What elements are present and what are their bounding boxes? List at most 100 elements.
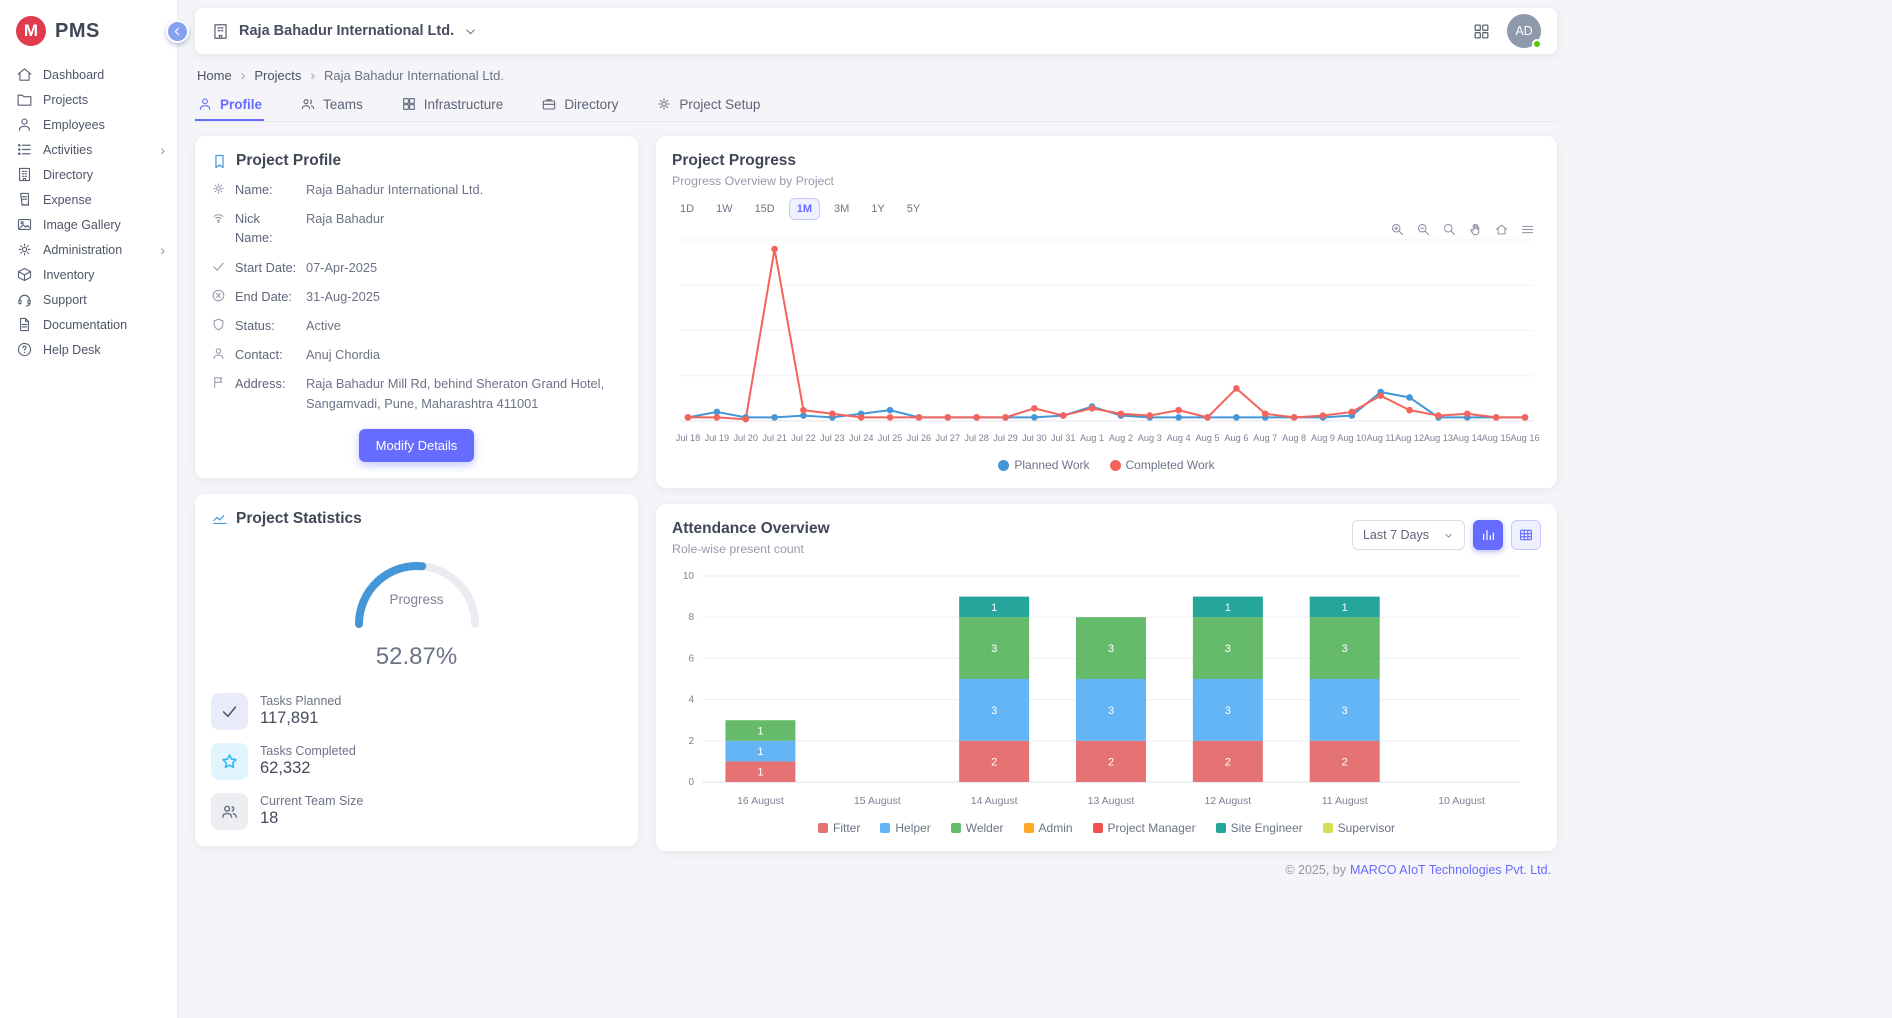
table-icon <box>1518 527 1534 543</box>
modify-details-button[interactable]: Modify Details <box>359 429 475 462</box>
sidebar-item-support[interactable]: Support <box>0 287 177 312</box>
legend-marker <box>1110 460 1121 471</box>
range-15d[interactable]: 15D <box>747 198 783 220</box>
app-logo[interactable]: M PMS <box>0 12 177 62</box>
svg-text:Aug 11: Aug 11 <box>1366 433 1394 443</box>
apps-grid-button[interactable] <box>1472 22 1491 41</box>
company-selector[interactable] <box>463 24 478 39</box>
legend-label: Welder <box>966 821 1004 835</box>
copyright-text: © 2025, by <box>1285 863 1346 877</box>
progress-percentage: 52.87% <box>211 643 622 671</box>
tab-infrastructure[interactable]: Infrastructure <box>399 85 506 121</box>
sidebar-item-help-desk[interactable]: Help Desk <box>0 337 177 362</box>
menu-icon[interactable] <box>1520 222 1535 237</box>
legend-label: Fitter <box>833 821 860 835</box>
sidebar-item-dashboard[interactable]: Dashboard <box>0 62 177 87</box>
pan-icon[interactable] <box>1468 222 1483 237</box>
sidebar-item-activities[interactable]: Activities › <box>0 137 177 162</box>
attendance-bar-chart[interactable]: 024681011116 August15 August233114 Augus… <box>672 562 1532 812</box>
sidebar-item-projects[interactable]: Projects <box>0 87 177 112</box>
svg-text:Jul 27: Jul 27 <box>935 433 960 443</box>
table-view-button[interactable] <box>1511 520 1541 550</box>
legend-marker <box>818 823 828 833</box>
svg-text:Jul 20: Jul 20 <box>733 433 758 443</box>
sidebar-item-expense[interactable]: Expense <box>0 187 177 212</box>
logo-icon: M <box>16 16 46 46</box>
range-3m[interactable]: 3M <box>826 198 857 220</box>
legend-item[interactable]: Planned Work <box>998 458 1089 472</box>
legend-item[interactable]: Welder <box>951 821 1004 835</box>
tab-label: Infrastructure <box>424 97 504 112</box>
legend-item[interactable]: Completed Work <box>1110 458 1215 472</box>
bar-view-button[interactable] <box>1473 520 1503 550</box>
svg-text:Aug 9: Aug 9 <box>1311 433 1335 443</box>
gear-icon <box>211 181 226 196</box>
svg-text:2: 2 <box>1342 756 1348 768</box>
zoom-in-icon[interactable] <box>1390 222 1405 237</box>
range-selector: 1D 1W 15D 1M 3M 1Y 5Y <box>672 198 1541 220</box>
help-icon <box>16 341 33 358</box>
card-subtitle: Progress Overview by Project <box>672 174 1541 188</box>
range-1d[interactable]: 1D <box>672 198 702 220</box>
legend-item[interactable]: Site Engineer <box>1216 821 1303 835</box>
svg-text:Jul 23: Jul 23 <box>820 433 845 443</box>
selection-zoom-icon[interactable] <box>1442 222 1457 237</box>
attendance-range-select[interactable]: Last 7 Days <box>1352 520 1465 550</box>
legend-item[interactable]: Admin <box>1024 821 1073 835</box>
gauge-label: Progress <box>342 592 492 607</box>
sidebar-item-documentation[interactable]: Documentation <box>0 312 177 337</box>
tab-profile[interactable]: Profile <box>195 85 264 121</box>
svg-text:14 August: 14 August <box>971 795 1018 807</box>
stat-tasks-planned: Tasks Planned 117,891 <box>211 693 622 730</box>
sidebar-item-label: Expense <box>43 193 92 207</box>
flag-icon <box>211 375 226 390</box>
project-profile-card: Project Profile Name: Raja Bahadur Inter… <box>195 136 638 478</box>
svg-text:Aug 7: Aug 7 <box>1253 433 1277 443</box>
svg-text:3: 3 <box>1342 643 1348 655</box>
legend-item[interactable]: Fitter <box>818 821 860 835</box>
breadcrumb-projects[interactable]: Projects <box>254 68 301 83</box>
chart-toolbar <box>1390 222 1535 237</box>
zoom-out-icon[interactable] <box>1416 222 1431 237</box>
legend-item[interactable]: Helper <box>880 821 930 835</box>
sidebar-item-directory[interactable]: Directory <box>0 162 177 187</box>
tab-directory[interactable]: Directory <box>539 85 620 121</box>
home-reset-icon[interactable] <box>1494 222 1509 237</box>
gauge-arc <box>342 544 492 634</box>
range-1w[interactable]: 1W <box>708 198 741 220</box>
range-5y[interactable]: 5Y <box>899 198 928 220</box>
svg-text:Jul 22: Jul 22 <box>791 433 816 443</box>
legend-marker <box>1323 823 1333 833</box>
sidebar-item-image-gallery[interactable]: Image Gallery <box>0 212 177 237</box>
sidebar-collapse-button[interactable] <box>166 20 189 43</box>
company-link[interactable]: MARCO AIoT Technologies Pvt. Ltd. <box>1350 863 1551 877</box>
legend-label: Admin <box>1039 821 1073 835</box>
legend-item[interactable]: Supervisor <box>1323 821 1395 835</box>
legend-marker <box>1024 823 1034 833</box>
sidebar-item-administration[interactable]: Administration › <box>0 237 177 262</box>
range-1y[interactable]: 1Y <box>863 198 892 220</box>
headset-icon <box>16 291 33 308</box>
tab-label: Profile <box>220 97 262 112</box>
progress-line-chart[interactable]: Jul 18Jul 19Jul 20Jul 21Jul 22Jul 23Jul … <box>672 224 1541 449</box>
chart-icon <box>211 510 228 527</box>
svg-text:Aug 2: Aug 2 <box>1109 433 1133 443</box>
svg-text:Aug 16: Aug 16 <box>1510 433 1539 443</box>
online-status-dot <box>1532 39 1542 49</box>
user-avatar[interactable]: AD <box>1507 14 1541 48</box>
box-icon <box>16 266 33 283</box>
circle-x-icon <box>211 288 226 303</box>
folder-icon <box>16 91 33 108</box>
sidebar: M PMS Dashboard Projects Employees Activ… <box>0 0 178 1018</box>
tab-teams[interactable]: Teams <box>298 85 365 121</box>
legend-item[interactable]: Project Manager <box>1093 821 1196 835</box>
sidebar-item-employees[interactable]: Employees <box>0 112 177 137</box>
svg-text:1: 1 <box>1342 602 1348 614</box>
range-1m[interactable]: 1M <box>789 198 820 220</box>
sidebar-item-inventory[interactable]: Inventory <box>0 262 177 287</box>
card-title: Project Progress <box>672 152 796 170</box>
svg-text:1: 1 <box>757 767 763 779</box>
tab-project-setup[interactable]: Project Setup <box>654 85 762 121</box>
project-statistics-card: Project Statistics Progress 52.87% <box>195 494 638 846</box>
breadcrumb-home[interactable]: Home <box>197 68 232 83</box>
